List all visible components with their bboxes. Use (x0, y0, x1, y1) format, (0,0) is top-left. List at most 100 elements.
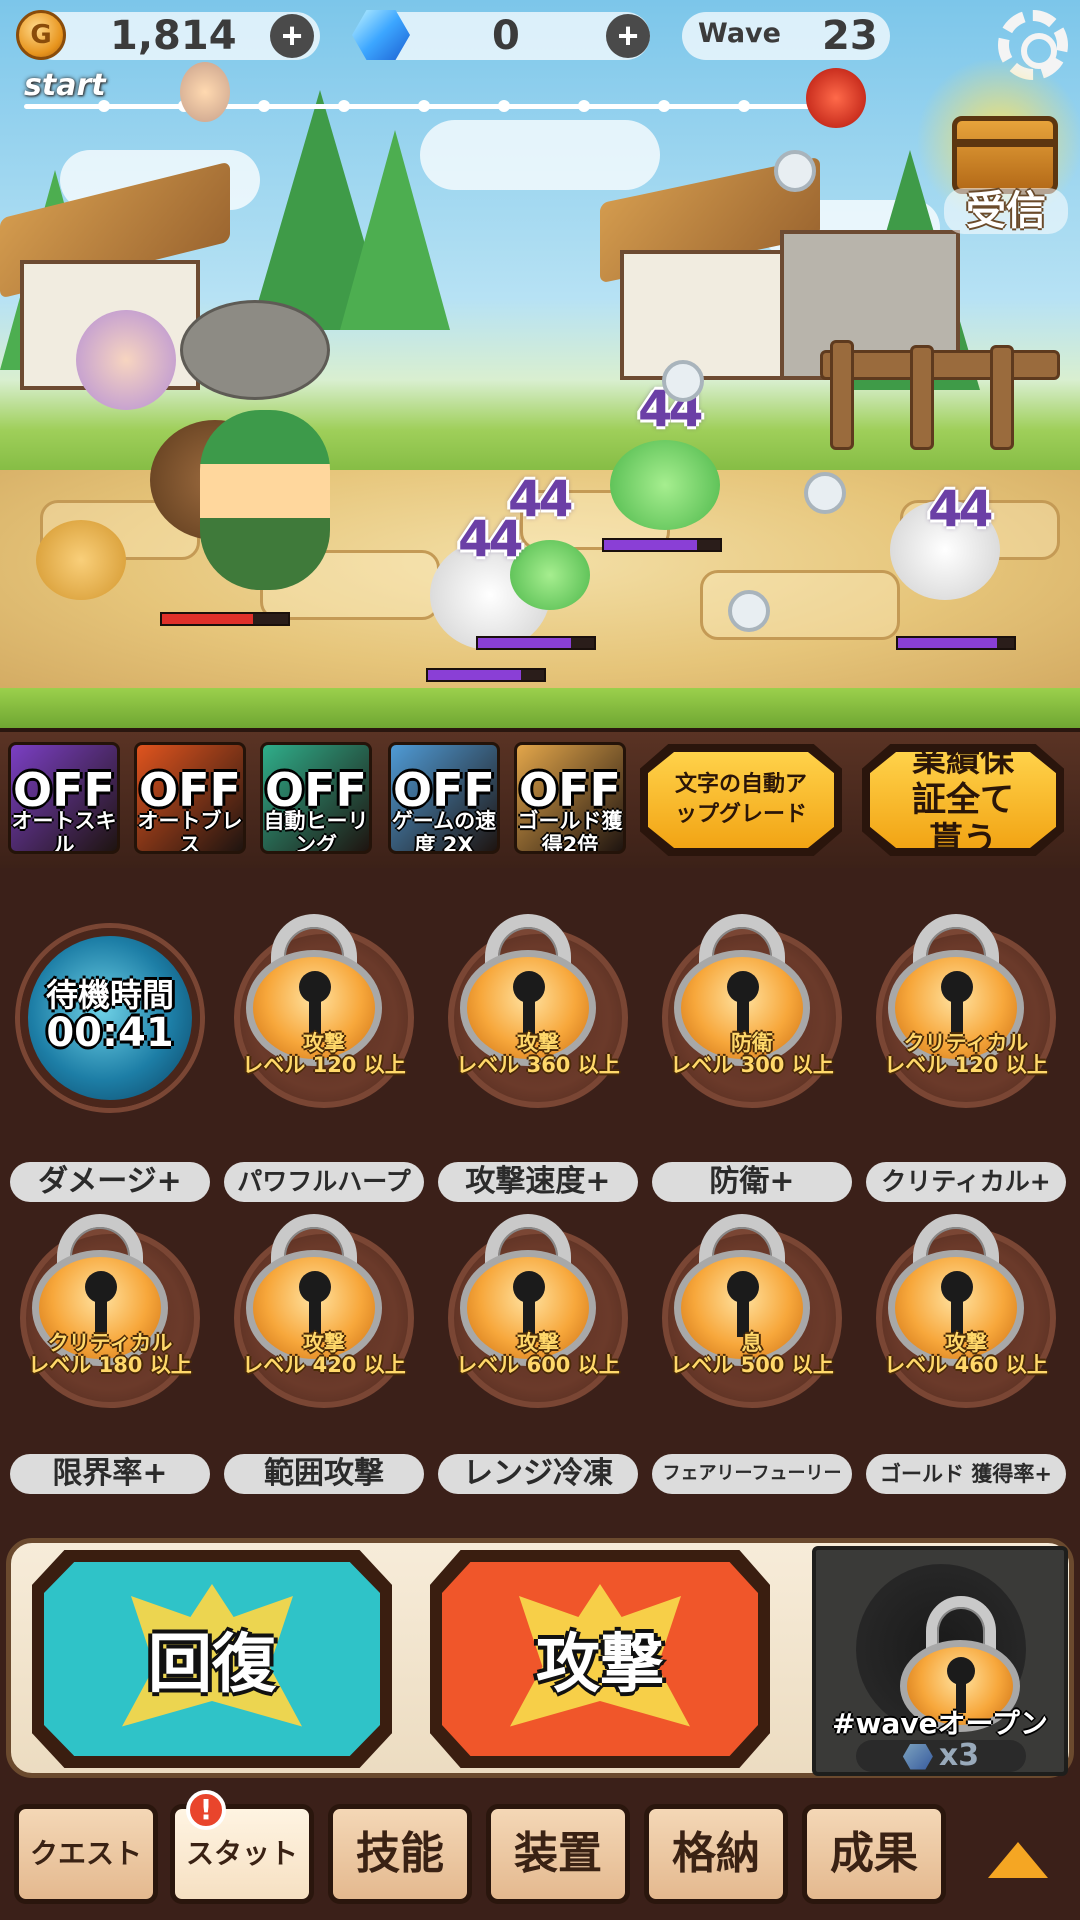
cloud (420, 120, 660, 190)
rock-pile (180, 300, 330, 400)
wave-open-label: #waveオープン (832, 1707, 1048, 1740)
required-level: レベル 180 以上 (28, 1353, 192, 1377)
toggle-double-gold[interactable]: OFF ゴールド獲得2倍 (514, 742, 626, 854)
action-panel: 回復 攻撃 #waveオープン x3 (0, 1538, 1080, 1780)
gold-coin-icon: G (16, 10, 66, 60)
skill-grid: 待機時間 00:41 ダメージ+ 攻撃 レベル 120 以上 パワフルハープ 攻撃… (0, 868, 1080, 1538)
tab-skill[interactable]: 技能 (328, 1804, 472, 1904)
toggle-label: オートスキル (11, 809, 117, 854)
skill-name: クリティカル+ (866, 1162, 1066, 1202)
gold-amount: 1,814 (110, 13, 237, 59)
house (620, 250, 790, 380)
add-gold-button[interactable]: + (270, 14, 314, 58)
receive-button[interactable]: 受信 (944, 188, 1068, 234)
attack-label: 攻撃 (536, 1628, 664, 1702)
required-stat: クリティカル (47, 1331, 173, 1355)
required-stat: 息 (741, 1331, 763, 1355)
tree (340, 130, 450, 330)
wave-open-cost: x3 (856, 1740, 1026, 1772)
required-level: レベル 360 以上 (456, 1053, 620, 1077)
toggle-auto-skill[interactable]: OFF オートスキル (8, 742, 120, 854)
required-level: レベル 600 以上 (456, 1353, 620, 1377)
required-level: レベル 300 以上 (670, 1053, 834, 1077)
silver-coin-drop[interactable] (662, 360, 704, 402)
gem-icon (902, 1743, 933, 1770)
toggle-game-speed[interactable]: OFF ゲームの速度 2X (388, 742, 500, 854)
heal-button[interactable]: 回復 (32, 1550, 392, 1768)
silver-coin-drop[interactable] (728, 590, 770, 632)
skill-name: ゴールド 獲得率+ (866, 1454, 1066, 1494)
tab-achievements[interactable]: 成果 (802, 1804, 946, 1904)
hero-progress-marker (180, 62, 230, 122)
cooldown-timer: 待機時間 00:41 (20, 928, 200, 1108)
enemy-level: 44 (928, 480, 994, 538)
skill-defense-plus[interactable]: 防衛 レベル 300 以上 防衛+ (652, 908, 852, 1202)
auto-toggle-bar: OFF オートスキル OFF オートブレス OFF 自動ヒーリング OFF ゲー… (0, 728, 1080, 868)
hero-character (200, 410, 330, 590)
required-level: レベル 500 以上 (670, 1353, 834, 1377)
treasure-chest-icon[interactable] (952, 116, 1058, 194)
required-level: レベル 120 以上 (242, 1053, 406, 1077)
fence-post (910, 345, 934, 450)
required-stat: 攻撃 (303, 1331, 345, 1355)
skill-damage-plus[interactable]: 待機時間 00:41 ダメージ+ (10, 908, 210, 1202)
enemy-hp-bar (476, 636, 596, 650)
skill-attack-speed-plus[interactable]: 攻撃 レベル 360 以上 攻撃速度+ (438, 908, 638, 1202)
skill-critical-plus[interactable]: クリティカル レベル 120 以上 クリティカル+ (866, 908, 1066, 1202)
required-stat: 攻撃 (945, 1331, 987, 1355)
skill-gold-rate-plus[interactable]: 攻撃 レベル 460 以上 ゴールド 獲得率+ (866, 1208, 1066, 1498)
enemy-hp-bar (896, 636, 1016, 650)
skill-name: パワフルハープ (224, 1162, 424, 1202)
tab-equipment[interactable]: 装置 (486, 1804, 630, 1904)
wave-open-button[interactable]: #waveオープン x3 (812, 1546, 1068, 1776)
toggle-auto-healing[interactable]: OFF 自動ヒーリング (260, 742, 372, 854)
required-stat: 攻撃 (303, 1031, 345, 1055)
required-level: レベル 420 以上 (242, 1353, 406, 1377)
boss-demon-icon (806, 68, 866, 128)
skill-name: 防衛+ (652, 1162, 852, 1202)
required-level: レベル 460 以上 (884, 1353, 1048, 1377)
tab-storage[interactable]: 格納 (644, 1804, 788, 1904)
skill-name: ダメージ+ (10, 1162, 210, 1202)
auto-upgrade-label: 文字の自動アップグレード (648, 752, 834, 848)
skill-area-attack[interactable]: 攻撃 レベル 420 以上 範囲攻撃 (224, 1208, 424, 1498)
required-stat: クリティカル (903, 1031, 1029, 1055)
claim-all-achievements-button[interactable]: 業績保証全て貰う (862, 744, 1064, 856)
toggle-label: 自動ヒーリング (263, 809, 369, 854)
fence-post (830, 340, 854, 450)
wave-progress-track (24, 100, 824, 112)
skill-name: 限界率+ (10, 1454, 210, 1494)
skill-range-freeze[interactable]: 攻撃 レベル 600 以上 レンジ冷凍 (438, 1208, 638, 1498)
silver-coin-drop[interactable] (774, 150, 816, 192)
slime-enemy (610, 440, 720, 530)
skill-name: 範囲攻撃 (224, 1454, 424, 1494)
skill-powerful-harp[interactable]: 攻撃 レベル 120 以上 パワフルハープ (224, 908, 424, 1202)
toggle-auto-breath[interactable]: OFF オートブレス (134, 742, 246, 854)
skill-name: レンジ冷凍 (438, 1454, 638, 1494)
expand-up-arrow-icon[interactable] (988, 1842, 1048, 1878)
grass (0, 688, 1080, 728)
enemy-hp-bar (426, 668, 546, 682)
hero-hp-bar (160, 612, 290, 626)
silver-coin-drop[interactable] (804, 472, 846, 514)
enemy-hp-bar (602, 538, 722, 552)
tab-quest[interactable]: クエスト (14, 1804, 158, 1904)
bottom-tab-bar: クエスト スタット 技能 装置 格納 成果 (0, 1780, 1080, 1920)
progress-start-label: start (24, 68, 106, 103)
wave-number: 23 (822, 13, 878, 59)
toggle-label: ゲームの速度 2X (391, 809, 497, 854)
required-stat: 攻撃 (517, 1031, 559, 1055)
heal-label: 回復 (148, 1628, 276, 1702)
add-gems-button[interactable]: + (606, 14, 650, 58)
toggle-label: オートブレス (137, 809, 243, 854)
attack-button[interactable]: 攻撃 (430, 1550, 770, 1768)
toggle-label: ゴールド獲得2倍 (517, 809, 623, 854)
required-level: レベル 120 以上 (884, 1053, 1048, 1077)
skill-name: フェアリーフューリー (652, 1454, 852, 1494)
auto-upgrade-button[interactable]: 文字の自動アップグレード (640, 744, 842, 856)
battle-scene: 44 44 44 44 G 1,814 + 0 + Wave 23 start … (0, 0, 1080, 728)
enemy-level: 44 (458, 510, 524, 568)
fairy-companion (76, 310, 176, 410)
skill-limit-rate-plus[interactable]: クリティカル レベル 180 以上 限界率+ (10, 1208, 210, 1498)
skill-fairy-fury[interactable]: 息レベル 500 以上 フェアリーフューリー (652, 1208, 852, 1498)
